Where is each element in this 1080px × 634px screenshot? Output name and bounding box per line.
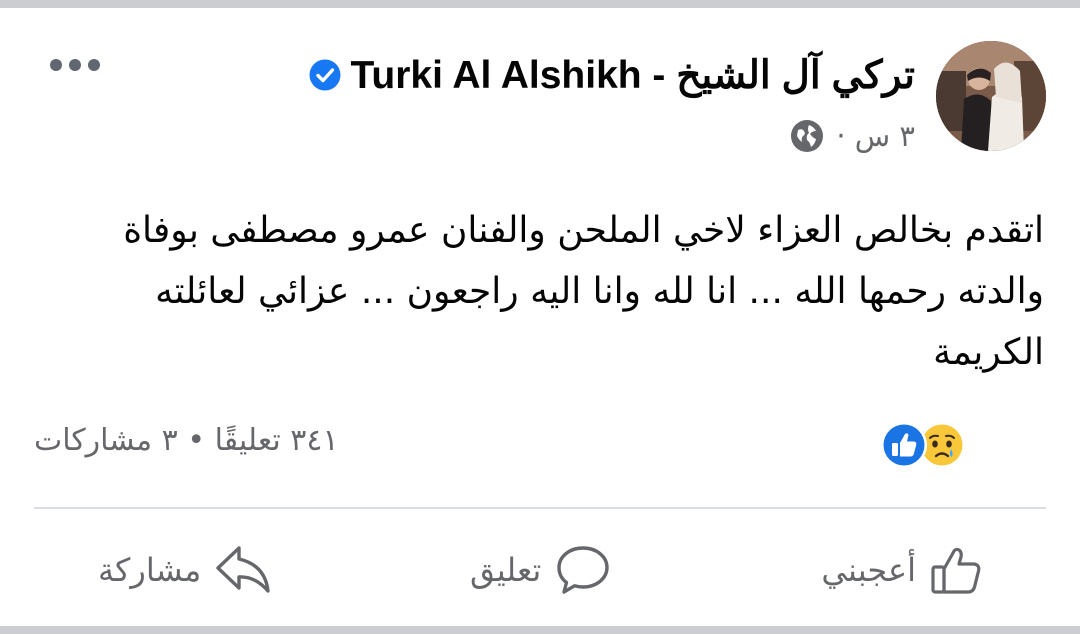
share-arrow-icon [216, 546, 270, 593]
thumbs-up-icon [931, 547, 981, 594]
more-options-icon[interactable] [50, 52, 100, 78]
comment-bubble-icon [557, 546, 609, 594]
post-author: تركي آل الشيخ - Turki Al Alshikh [309, 51, 916, 99]
top-separator [0, 0, 1080, 8]
avatar-image [936, 41, 1046, 151]
share-label: مشاركة [98, 551, 202, 589]
reaction-icons[interactable] [880, 420, 966, 470]
like-button[interactable]: أعجبني [821, 535, 984, 605]
comment-label: تعليق [470, 551, 542, 589]
post-text: اتقدم بخالص العزاء لاخي الملحن والفنان ع… [123, 210, 1044, 373]
post-meta: ٣ س · [790, 116, 915, 156]
more-dot [69, 59, 81, 71]
post-timestamp[interactable]: ٣ س · [836, 119, 915, 153]
more-dot [50, 59, 62, 71]
divider [34, 507, 1046, 509]
comment-button[interactable]: تعليق [470, 535, 611, 605]
like-label: أعجبني [821, 551, 916, 589]
author-name[interactable]: تركي آل الشيخ - Turki Al Alshikh [351, 53, 916, 98]
bottom-separator [0, 626, 1080, 634]
like-reaction-icon [881, 422, 927, 468]
share-button[interactable]: مشاركة [98, 535, 273, 605]
verified-badge-icon [309, 59, 340, 91]
comments-shares-count[interactable]: ٣٤١ تعليقًا • ٣ مشاركات [34, 423, 339, 458]
author-avatar[interactable] [936, 41, 1046, 151]
more-dot [88, 59, 100, 71]
globe-icon[interactable] [790, 119, 824, 153]
